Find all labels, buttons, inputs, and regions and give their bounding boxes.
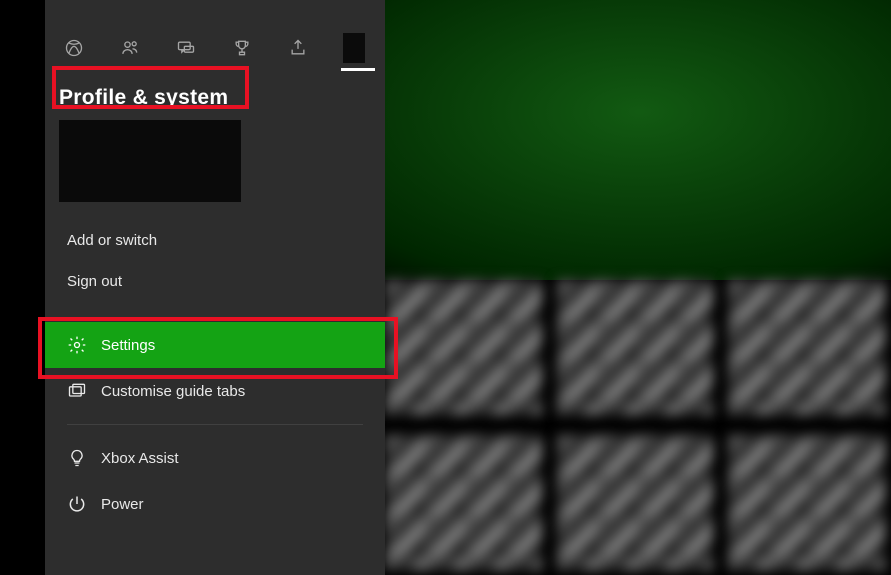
- settings-label: Settings: [101, 337, 155, 354]
- lightbulb-icon: [67, 448, 87, 468]
- account-actions: Add or switch Sign out: [45, 220, 385, 322]
- customise-tabs-label: Customise guide tabs: [101, 383, 245, 400]
- game-tile[interactable]: [728, 280, 885, 415]
- gear-icon: [67, 335, 87, 355]
- game-tile[interactable]: [385, 280, 542, 415]
- settings-button[interactable]: Settings: [45, 322, 385, 368]
- profile-card[interactable]: [59, 120, 241, 202]
- game-tile[interactable]: [557, 280, 714, 415]
- add-or-switch-button[interactable]: Add or switch: [59, 220, 371, 261]
- guide-panel: Profile & system Add or switch Sign out …: [45, 0, 385, 575]
- xbox-icon[interactable]: [63, 37, 85, 59]
- game-tile[interactable]: [557, 435, 714, 570]
- xbox-assist-button[interactable]: Xbox Assist: [45, 435, 385, 481]
- game-tile-grid: [385, 280, 885, 570]
- chat-icon[interactable]: [175, 37, 197, 59]
- profile-thumbnail: [343, 33, 365, 63]
- power-icon: [67, 494, 87, 514]
- sign-out-button[interactable]: Sign out: [59, 261, 371, 302]
- active-tab-underline: [341, 68, 375, 71]
- page-title: Profile & system: [59, 86, 228, 110]
- people-icon[interactable]: [119, 37, 141, 59]
- profile-tab[interactable]: [343, 37, 365, 59]
- settings-section: Settings Customise guide tabs Xbox Assis…: [45, 322, 385, 527]
- customise-guide-tabs-button[interactable]: Customise guide tabs: [45, 368, 385, 414]
- game-tile[interactable]: [385, 435, 542, 570]
- background-swoosh: [380, 0, 891, 280]
- achievements-icon[interactable]: [231, 37, 253, 59]
- game-tile[interactable]: [728, 435, 885, 570]
- share-icon[interactable]: [287, 37, 309, 59]
- tabs-icon: [67, 381, 87, 401]
- xbox-assist-label: Xbox Assist: [101, 450, 179, 467]
- guide-tab-row: [45, 28, 385, 68]
- power-label: Power: [101, 496, 144, 513]
- power-button[interactable]: Power: [45, 481, 385, 527]
